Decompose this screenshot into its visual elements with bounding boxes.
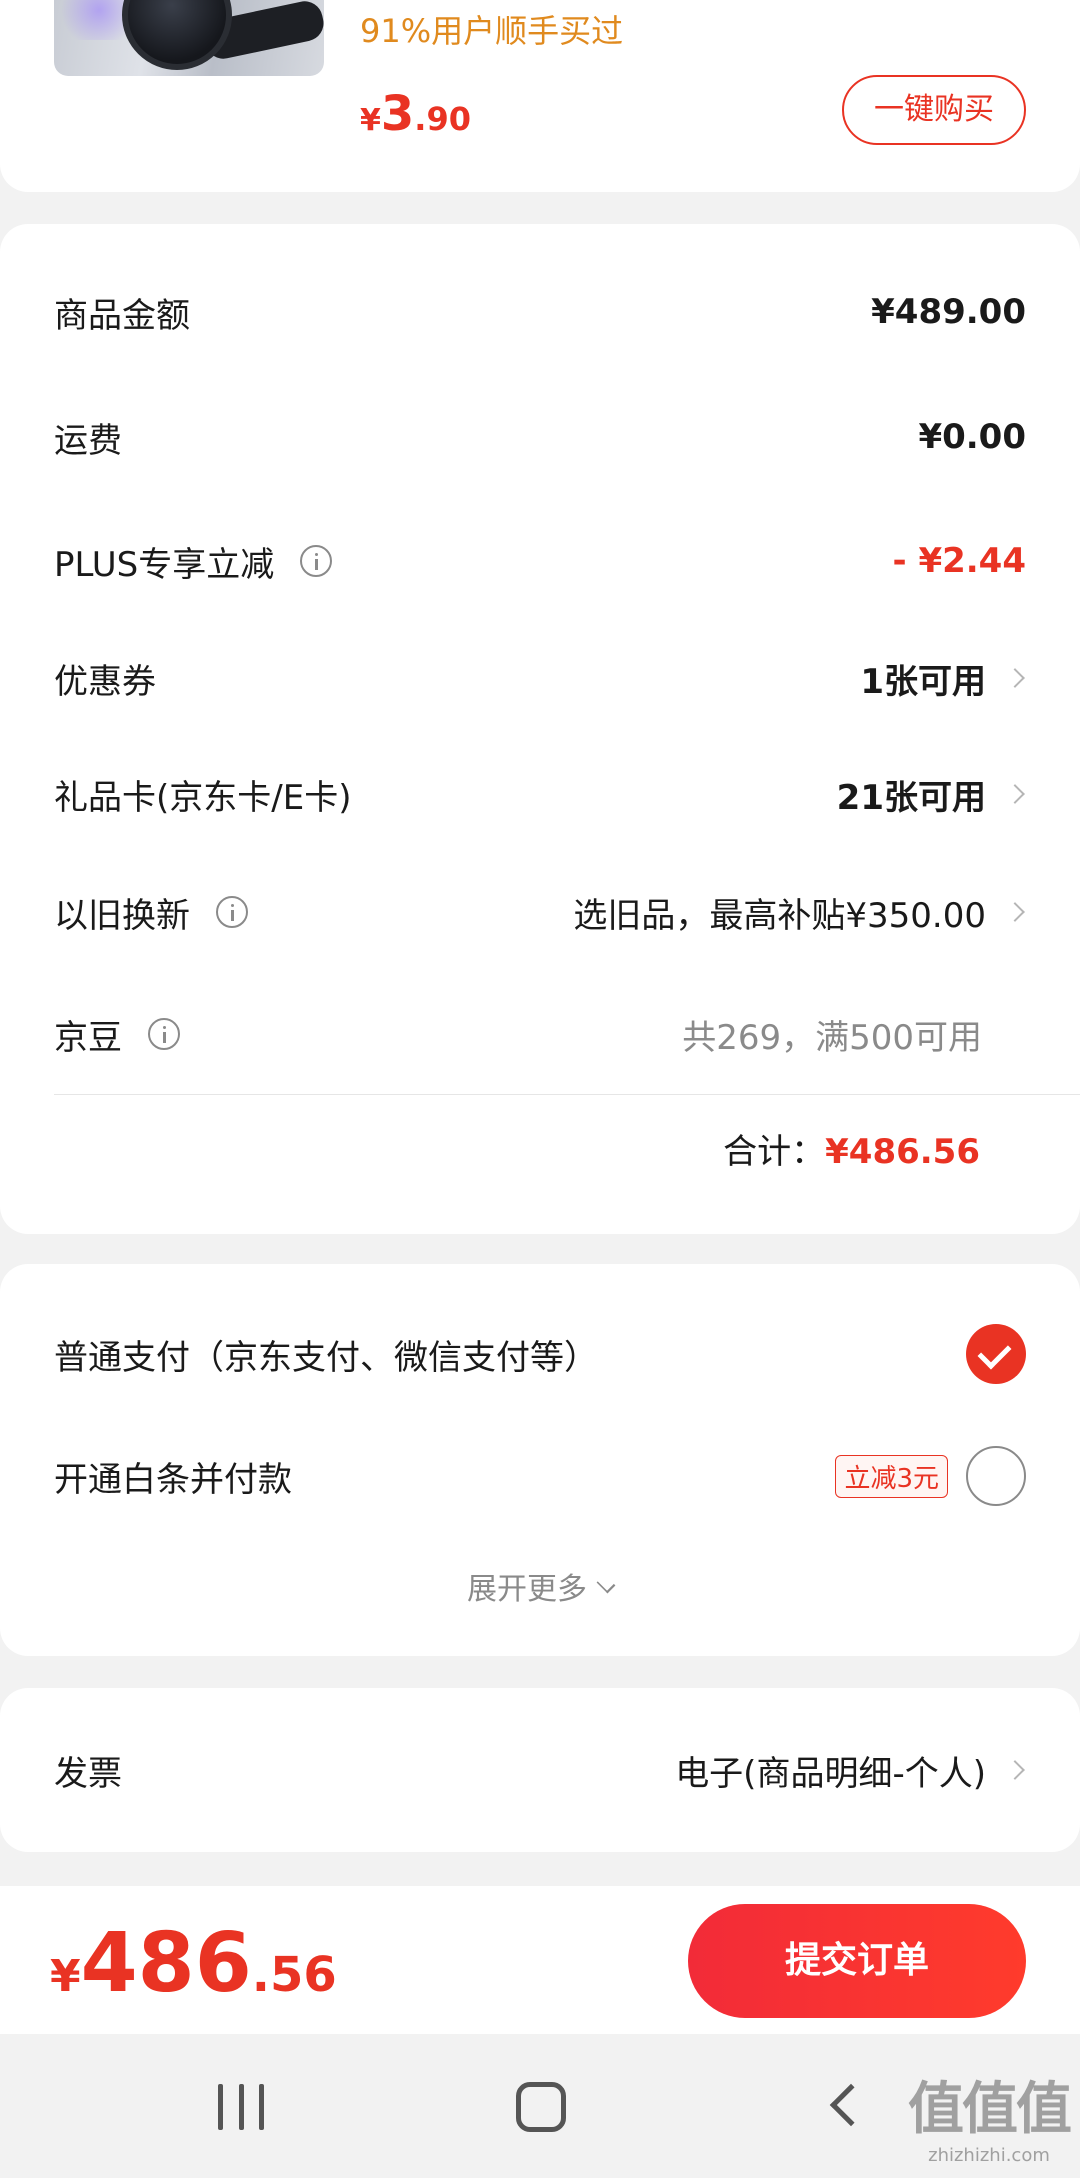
chevron-right-icon xyxy=(1005,668,1025,688)
grand-total-currency: ¥ xyxy=(50,1951,81,2002)
gift-card-value: 21张可用 xyxy=(836,777,986,818)
chevron-right-icon xyxy=(1005,902,1025,922)
summary-row-coupon[interactable]: 优惠券 1张可用 xyxy=(54,648,1026,708)
info-icon[interactable] xyxy=(300,545,333,577)
total-value: ¥486.56 xyxy=(825,1132,980,1172)
trade-in-label-wrap: 以旧换新 xyxy=(54,888,248,937)
checkout-bar: ¥486.56 提交订单 xyxy=(0,1886,1080,2034)
grand-total-decimal: .56 xyxy=(251,1947,337,2003)
grand-total-integer: 486 xyxy=(80,1916,252,2011)
jd-beans-label: 京豆 xyxy=(54,1017,122,1058)
grand-total-price: ¥486.56 xyxy=(50,1916,337,2011)
payment-option-baitiao[interactable]: 开通白条并付款 立减3元 xyxy=(54,1444,1026,1508)
chevron-right-icon xyxy=(1005,784,1025,804)
expand-more-label: 展开更多 xyxy=(467,1572,587,1607)
watermark-logo: 值值值 xyxy=(908,2077,1072,2142)
info-icon[interactable] xyxy=(148,1018,180,1050)
recommended-price: ¥3.90 xyxy=(360,86,471,142)
payment-option-right: 立减3元 xyxy=(835,1446,1026,1506)
goods-amount-label: 商品金额 xyxy=(54,295,190,336)
price-currency: ¥ xyxy=(360,103,381,138)
summary-row-trade-in[interactable]: 以旧换新 选旧品，最高补贴¥350.00 xyxy=(54,882,1026,942)
goods-amount-value: ¥489.00 xyxy=(871,292,1026,332)
recommended-product-card: 91%用户顺手买过 ¥3.90 一键购买 xyxy=(0,0,1080,192)
coupon-label: 优惠券 xyxy=(54,661,156,702)
payment-option-normal[interactable]: 普通支付（京东支付、微信支付等） xyxy=(54,1322,1026,1386)
payment-option-label: 普通支付（京东支付、微信支付等） xyxy=(54,1337,598,1378)
total-label: 合计： xyxy=(723,1132,826,1172)
plus-discount-value: - ¥2.44 xyxy=(892,541,1027,581)
shipping-label: 运费 xyxy=(54,420,122,461)
one-click-buy-button[interactable]: 一键购买 xyxy=(842,75,1026,145)
trade-in-value-wrap: 选旧品，最高补贴¥350.00 xyxy=(573,888,1026,937)
payment-option-label: 开通白条并付款 xyxy=(54,1459,292,1500)
invoice-label: 发票 xyxy=(54,1753,122,1794)
gift-card-value-wrap: 21张可用 xyxy=(837,770,1026,819)
order-summary-card: 商品金额 ¥489.00 运费 ¥0.00 PLUS专享立减 - ¥2.44 优… xyxy=(0,224,1080,1234)
submit-order-button[interactable]: 提交订单 xyxy=(688,1904,1026,2018)
coupon-value-wrap: 1张可用 xyxy=(860,654,1026,703)
invoice-value: 电子(商品明细-个人) xyxy=(675,1753,986,1794)
chevron-right-icon xyxy=(1005,1760,1025,1780)
bought-rate-text: 91%用户顺手买过 xyxy=(360,12,624,50)
jd-beans-label-wrap: 京豆 xyxy=(54,1010,180,1059)
radio-button[interactable] xyxy=(966,1446,1026,1506)
nav-home-icon[interactable] xyxy=(516,2082,566,2132)
info-icon[interactable] xyxy=(216,896,248,928)
trade-in-label: 以旧换新 xyxy=(54,895,190,936)
product-thumbnail[interactable] xyxy=(54,0,324,76)
invoice-card[interactable]: 发票 电子(商品明细-个人) xyxy=(0,1688,1080,1852)
summary-row-goods-amount: 商品金额 ¥489.00 xyxy=(54,282,1026,342)
payment-method-card: 普通支付（京东支付、微信支付等） 开通白条并付款 立减3元 展开更多 xyxy=(0,1264,1080,1656)
gift-card-label: 礼品卡(京东卡/E卡) xyxy=(54,777,352,818)
trade-in-value: 选旧品，最高补贴¥350.00 xyxy=(573,895,986,936)
plus-discount-label: PLUS专享立减 xyxy=(54,544,275,585)
shipping-value: ¥0.00 xyxy=(918,417,1026,457)
watermark-url: zhizhizhi.com xyxy=(928,2145,1050,2166)
expand-more-button[interactable]: 展开更多 xyxy=(0,1564,1080,1608)
summary-row-jd-beans: 京豆 共269，满500可用 xyxy=(54,1004,1026,1064)
price-decimal: .90 xyxy=(414,100,471,138)
jd-beans-value: 共269，满500可用 xyxy=(682,1017,982,1058)
nav-recent-bar xyxy=(259,2084,264,2130)
summary-row-gift-card[interactable]: 礼品卡(京东卡/E卡) 21张可用 xyxy=(54,764,1026,824)
chevron-down-icon xyxy=(596,1574,616,1594)
summary-row-plus-discount: PLUS专享立减 - ¥2.44 xyxy=(54,531,1026,591)
price-integer: 3 xyxy=(380,86,415,142)
summary-row-shipping: 运费 ¥0.00 xyxy=(54,407,1026,467)
check-icon[interactable] xyxy=(966,1324,1026,1384)
nav-recent-icon[interactable] xyxy=(218,2084,264,2130)
nav-back-icon[interactable] xyxy=(829,2083,873,2127)
jd-beans-value-wrap: 共269，满500可用 xyxy=(682,1010,1026,1059)
invoice-row[interactable]: 发票 电子(商品明细-个人) xyxy=(54,1740,1026,1800)
plus-discount-label-wrap: PLUS专享立减 xyxy=(54,537,333,586)
nav-recent-bar xyxy=(238,2084,244,2130)
total-row: 合计：¥486.56 xyxy=(723,1124,980,1173)
promo-badge: 立减3元 xyxy=(835,1454,948,1498)
divider xyxy=(54,1094,1080,1095)
site-watermark: 值值值 zhizhizhi.com xyxy=(908,2064,1072,2166)
coupon-value: 1张可用 xyxy=(860,661,986,702)
invoice-value-wrap: 电子(商品明细-个人) xyxy=(675,1746,1026,1795)
nav-recent-bar xyxy=(218,2084,223,2130)
smartwatch-image xyxy=(122,0,232,70)
